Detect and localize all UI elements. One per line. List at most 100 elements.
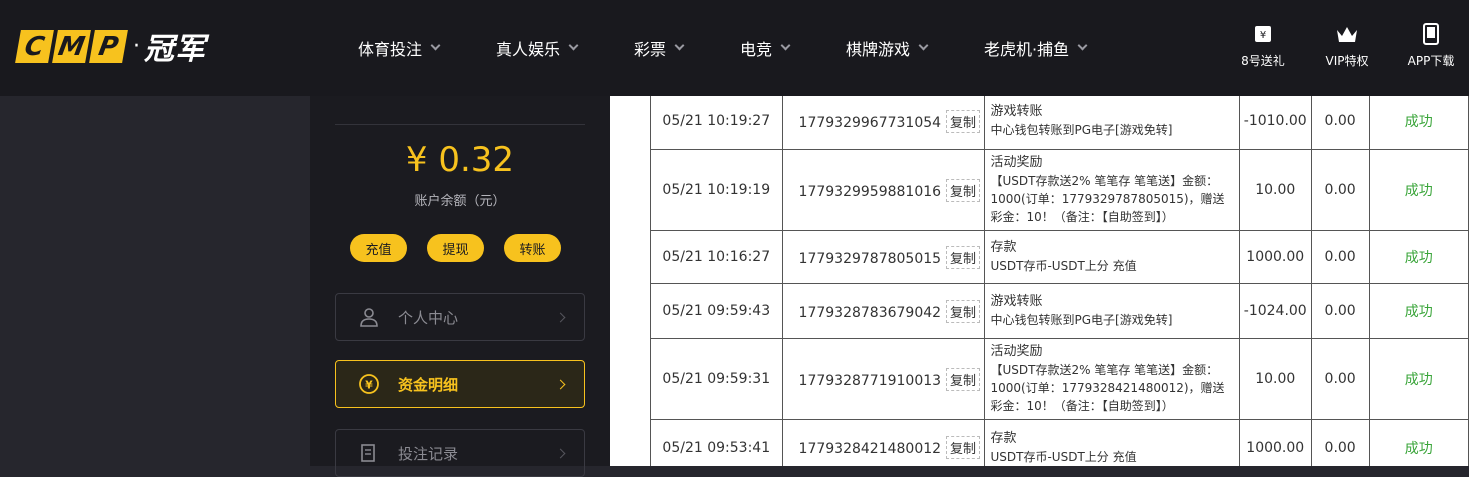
nav-live-casino[interactable]: 真人娱乐 [496, 36, 579, 60]
record-id-cell: 1779328421480012 复制 [781, 419, 985, 466]
transfer-button[interactable]: 转账 [504, 234, 561, 262]
tool-vip[interactable]: VIP特权 [1312, 22, 1382, 69]
chevron-down-icon [568, 40, 579, 51]
menu-bet-records[interactable]: 投注记录 [335, 429, 585, 477]
record-amount: 10.00 [1238, 149, 1312, 231]
record-fee: 0.00 [1310, 230, 1370, 284]
top-bar: C M P · 冠军 体育投注 真人娱乐 彩票 电竞 棋牌游戏 老虎机·捕鱼 ¥… [0, 0, 1469, 96]
menu-personal-center[interactable]: 个人中心 [335, 293, 585, 341]
record-fee: 0.00 [1310, 338, 1370, 420]
nav-esports[interactable]: 电竞 [740, 36, 791, 60]
record-time: 05/21 10:19:19 [650, 149, 783, 231]
table-row: 05/21 09:53:41 1779328421480012 复制 存款 USDT… [650, 419, 1469, 466]
record-amount: 1000.00 [1238, 230, 1312, 284]
record-type: 游戏转账 [990, 294, 1043, 309]
table-row: 05/21 10:19:19 1779329959881016 复制 活动奖励 【U… [650, 149, 1469, 231]
record-id: 1779328783679042 [798, 304, 942, 321]
tool-label: VIP特权 [1325, 54, 1369, 68]
record-status: 成功 [1368, 230, 1469, 284]
record-status: 成功 [1368, 149, 1469, 231]
chevron-down-icon [674, 40, 685, 51]
record-detail: 中心钱包转账到PG电子[游戏免转] [990, 123, 1173, 137]
record-id-cell: 1779328783679042 复制 [781, 283, 985, 339]
balance-amount: ¥ 0.32 [405, 140, 515, 180]
nav-label: 老虎机·捕鱼 [984, 40, 1070, 59]
chevron-right-icon [555, 312, 566, 322]
table-row: 05/21 10:16:27 1779329787805015 复制 存款 USDT… [650, 230, 1469, 284]
record-time: 05/21 10:19:27 [650, 96, 783, 150]
record-id: 1779329787805015 [798, 250, 942, 267]
crown-icon [1312, 22, 1382, 46]
logo[interactable]: C M P · 冠军 [15, 26, 206, 67]
record-type: 存款 [990, 430, 1017, 446]
record-detail: USDT存币-USDT上分 充值 [990, 449, 1137, 464]
nav-card-games[interactable]: 棋牌游戏 [846, 36, 929, 60]
account-panel: ¥ 0.32 账户余额（元） 充值 提现 转账 个人中心 ¥ 资金明细 投注记录 [310, 96, 610, 477]
svg-text:¥: ¥ [365, 379, 373, 392]
fund-details-content: 05/21 10:19:27 1779329967731054 复制 游戏转账 中心… [610, 96, 1469, 466]
nav-label: 彩票 [634, 40, 667, 59]
deposit-button[interactable]: 充值 [350, 234, 407, 262]
record-time: 05/21 09:53:41 [650, 419, 783, 466]
menu-fund-details[interactable]: ¥ 资金明细 [335, 360, 585, 408]
tool-label: APP下载 [1407, 54, 1455, 68]
yen-coin-icon: ¥ [356, 373, 382, 395]
record-detail: 【USDT存款送2% 笔笔存 笔笔送】金额：1000(订单：1779328421… [990, 363, 1225, 413]
nav-label: 棋牌游戏 [846, 40, 911, 59]
record-id-cell: 1779329959881016 复制 [781, 149, 985, 231]
record-id: 1779329959881016 [798, 183, 942, 200]
logo-letter-c: C [15, 29, 54, 63]
record-id-cell: 1779328771910013 复制 [781, 338, 985, 420]
record-status: 成功 [1368, 419, 1469, 466]
record-type-cell: 活动奖励 【USDT存款送2% 笔笔存 笔笔送】金额：1000(订单：177932… [983, 149, 1240, 231]
record-status: 成功 [1368, 283, 1469, 339]
copy-button[interactable]: 复制 [946, 109, 981, 133]
record-type-cell: 游戏转账 中心钱包转账到PG电子[游戏免转] [983, 96, 1240, 150]
record-detail: 中心钱包转账到PG电子[游戏免转] [990, 313, 1173, 327]
svg-text:¥: ¥ [1260, 30, 1266, 41]
table-row: 05/21 10:19:27 1779329967731054 复制 游戏转账 中心… [650, 96, 1469, 150]
gift-ticket-icon: ¥ [1228, 22, 1298, 46]
menu-label: 资金明细 [398, 375, 459, 394]
nav-label: 电竞 [740, 40, 773, 59]
record-id: 1779328771910013 [798, 372, 942, 389]
menu-label: 投注记录 [398, 444, 459, 463]
table-row: 05/21 09:59:43 1779328783679042 复制 游戏转账 中心… [650, 283, 1469, 339]
record-amount: 1000.00 [1238, 419, 1312, 466]
record-amount: 10.00 [1238, 338, 1312, 420]
record-fee: 0.00 [1310, 419, 1370, 466]
record-fee: 0.00 [1310, 96, 1370, 150]
nav-lottery[interactable]: 彩票 [634, 36, 685, 60]
chevron-down-icon [918, 40, 929, 51]
copy-button[interactable]: 复制 [946, 367, 981, 391]
tool-label: 8号送礼 [1241, 54, 1285, 68]
chevron-right-icon [555, 379, 566, 389]
nav-sports[interactable]: 体育投注 [358, 36, 441, 60]
copy-button[interactable]: 复制 [946, 245, 981, 269]
logo-text: 冠军 [144, 32, 206, 67]
record-time: 05/21 10:16:27 [650, 230, 783, 284]
chevron-down-icon [780, 40, 791, 51]
logo-letter-p: P [89, 29, 128, 63]
copy-button[interactable]: 复制 [946, 178, 981, 202]
logo-dot: · [133, 33, 140, 59]
nav-label: 真人娱乐 [496, 40, 561, 59]
table-row: 05/21 09:59:31 1779328771910013 复制 活动奖励【U… [650, 338, 1469, 420]
record-type-cell: 存款 USDT存币-USDT上分 充值 [983, 230, 1240, 284]
record-type-cell: 活动奖励【USDT存款送2% 笔笔存 笔笔送】金额：1000(订单：177932… [983, 338, 1240, 420]
tool-app[interactable]: APP下载 [1396, 22, 1466, 69]
record-time: 05/21 09:59:31 [650, 338, 783, 420]
withdraw-button[interactable]: 提现 [427, 234, 484, 262]
record-type: 活动奖励 [990, 155, 1043, 170]
record-type-cell: 游戏转账中心钱包转账到PG电子[游戏免转] [983, 283, 1240, 339]
tool-gift[interactable]: ¥ 8号送礼 [1228, 22, 1298, 69]
record-type: 活动奖励 [990, 344, 1043, 359]
record-type-cell: 存款 USDT存币-USDT上分 充值 [983, 419, 1240, 466]
copy-button[interactable]: 复制 [946, 299, 981, 323]
record-amount: -1024.00 [1238, 283, 1312, 339]
nav-slots-fishing[interactable]: 老虎机·捕鱼 [984, 36, 1088, 60]
balance-label: 账户余额（元） [414, 194, 506, 209]
copy-button[interactable]: 复制 [946, 436, 981, 459]
record-fee: 0.00 [1310, 283, 1370, 339]
record-status: 成功 [1368, 96, 1469, 150]
